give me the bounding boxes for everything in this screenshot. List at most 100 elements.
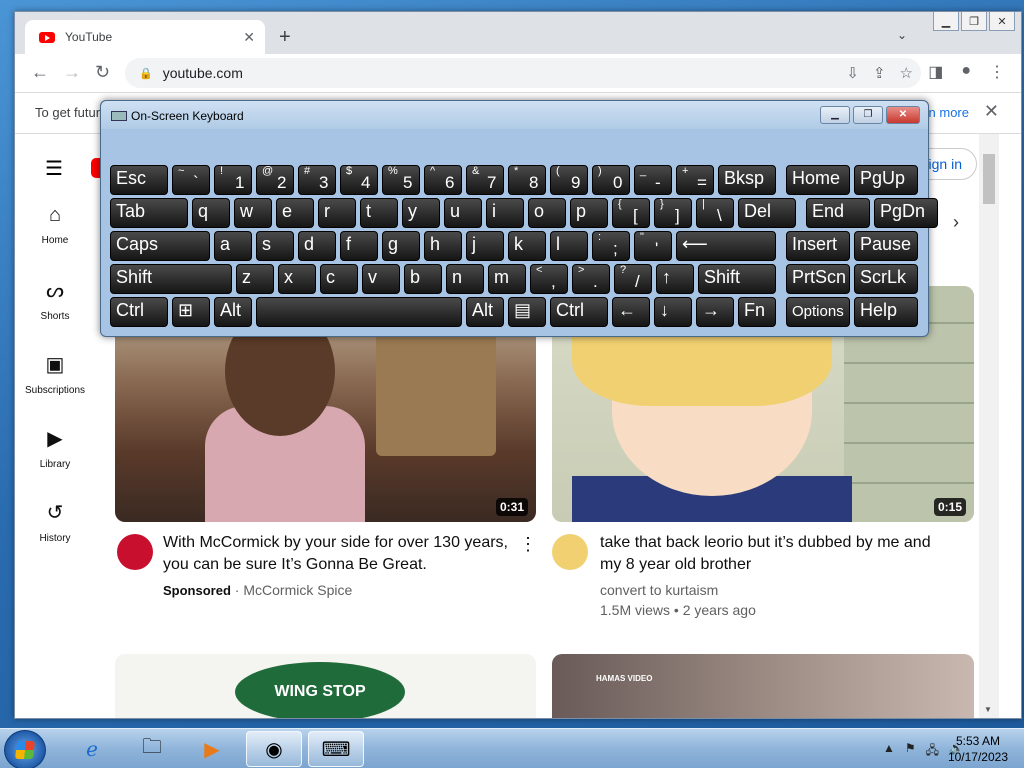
sidebar-item-subscriptions[interactable]: ▣ Subscriptions [15, 352, 95, 426]
scroll-down-arrow-icon[interactable]: ▼ [984, 705, 992, 714]
osk-key-sym2-10[interactable]: :; [592, 231, 630, 261]
osk-key-sym1-13[interactable]: | \ [696, 198, 734, 228]
osk-key-help[interactable]: Help [854, 297, 918, 327]
osk-key-q[interactable]: q [192, 198, 230, 228]
osk-key-r[interactable]: r [318, 198, 356, 228]
osk-key-caps[interactable]: Caps [110, 231, 210, 261]
video-menu-icon[interactable]: ⋮ [519, 534, 537, 555]
osk-key-g[interactable]: g [382, 231, 420, 261]
osk-key-del[interactable]: Del [738, 198, 796, 228]
osk-key-s[interactable]: s [256, 231, 294, 261]
osk-key-sym4-7[interactable]: ← [612, 297, 650, 327]
clock[interactable]: 5:53 AM 10/17/2023 [948, 733, 1008, 765]
osk-minimize-button[interactable]: ▁ [820, 106, 850, 124]
file-explorer-icon[interactable]: 🗀 [124, 731, 180, 767]
close-infobar-icon[interactable]: ✕ [984, 101, 999, 122]
sidebar-item-history[interactable]: ↺ History [15, 500, 95, 574]
osk-key-sym0-2[interactable]: ! 1 [214, 165, 252, 195]
osk-title-bar[interactable]: On-Screen Keyboard ▁ ❐ ✕ [101, 101, 928, 129]
scrollbar-thumb[interactable] [983, 154, 995, 204]
new-tab-button[interactable]: + [279, 26, 291, 49]
sidebar-item-shorts[interactable]: ᔕ Shorts [15, 278, 95, 352]
osk-close-button[interactable]: ✕ [886, 106, 920, 124]
tab-search-chevron-icon[interactable]: ⌄ [897, 28, 907, 42]
osk-key-w[interactable]: w [234, 198, 272, 228]
sidebar-item-library[interactable]: ▶ Library [15, 426, 95, 500]
osk-key-sym0-8[interactable]: & 7 [466, 165, 504, 195]
osk-key-e[interactable]: e [276, 198, 314, 228]
osk-key-sym0-1[interactable]: ~ ` [172, 165, 210, 195]
minimize-button[interactable]: ▁ [933, 12, 959, 31]
osk-key-sym0-4[interactable]: #3 [298, 165, 336, 195]
osk-key-v[interactable]: v [362, 264, 400, 294]
osk-key-alt[interactable]: Alt [466, 297, 504, 327]
forward-icon[interactable]: → [63, 62, 81, 83]
osk-key-i[interactable]: i [486, 198, 524, 228]
osk-key-b[interactable]: b [404, 264, 442, 294]
back-icon[interactable]: ← [31, 62, 49, 83]
osk-key-esc[interactable]: Esc [110, 165, 168, 195]
osk-key-pgdn[interactable]: PgDn [874, 198, 938, 228]
osk-key-sym0-5[interactable]: $4 [340, 165, 378, 195]
osk-key-sym0-11[interactable]: ) 0 [592, 165, 630, 195]
osk-key-options[interactable]: Options [786, 297, 850, 327]
osk-key-end[interactable]: End [806, 198, 870, 228]
osk-key-shift[interactable]: Shift [698, 264, 776, 294]
bookmark-star-icon[interactable]: ☆ [900, 64, 913, 82]
osk-key-t[interactable]: t [360, 198, 398, 228]
network-icon[interactable]: 🖧 [926, 741, 939, 762]
close-window-button[interactable]: ✕ [989, 12, 1015, 31]
video-thumbnail-wingstop[interactable]: WING STOP [115, 654, 536, 718]
install-icon[interactable]: ⇩ [846, 64, 859, 82]
osk-key-ctrl[interactable]: Ctrl [110, 297, 168, 327]
osk-key-fn[interactable]: Fn [738, 297, 776, 327]
close-tab-icon[interactable]: ✕ [243, 29, 255, 46]
osk-key-sym1-12[interactable]: }] [654, 198, 692, 228]
show-hidden-icons-icon[interactable]: ▲ [883, 741, 895, 762]
channel-name[interactable]: convert to kurtaism [600, 580, 960, 600]
osk-key-sym3-10[interactable]: ? / [614, 264, 652, 294]
osk-key-u[interactable]: u [444, 198, 482, 228]
page-scrollbar[interactable]: ▼ [979, 134, 999, 718]
osk-key-scrlk[interactable]: ScrLk [854, 264, 918, 294]
channel-avatar[interactable] [117, 534, 153, 570]
osk-restore-button[interactable]: ❐ [853, 106, 883, 124]
osk-key-l[interactable]: l [550, 231, 588, 261]
internet-explorer-icon[interactable]: ℯ [64, 731, 120, 767]
restore-button[interactable]: ❐ [961, 12, 987, 31]
osk-key-j[interactable]: j [466, 231, 504, 261]
chevron-right-icon[interactable]: › [953, 212, 959, 233]
hamburger-menu-icon[interactable]: ☰ [45, 156, 63, 181]
profile-icon[interactable]: ● [961, 62, 971, 82]
osk-key-sym4-1[interactable]: ⊞ [172, 297, 210, 327]
osk-key-sym2-12[interactable]: ⟵ [676, 231, 776, 261]
osk-key-prtscn[interactable]: PrtScn [786, 264, 850, 294]
osk-key-home[interactable]: Home [786, 165, 850, 195]
share-icon[interactable]: ⇪ [873, 64, 886, 82]
menu-kebab-icon[interactable]: ⋮ [989, 62, 1005, 82]
video-thumbnail-hamas[interactable]: HAMAS VIDEO [552, 654, 974, 718]
osk-key-h[interactable]: h [424, 231, 462, 261]
osk-key-pause[interactable]: Pause [854, 231, 918, 261]
osk-key-sym4-5[interactable]: ▤ [508, 297, 546, 327]
osk-key-sym0-7[interactable]: ^ 6 [424, 165, 462, 195]
osk-key-sym0-12[interactable]: _ - [634, 165, 672, 195]
osk-key-p[interactable]: p [570, 198, 608, 228]
channel-avatar[interactable] [552, 534, 588, 570]
channel-name[interactable]: McCormick Spice [243, 582, 352, 598]
osk-key-sym3-9[interactable]: >. [572, 264, 610, 294]
start-button[interactable] [4, 730, 46, 768]
osk-key-d[interactable]: d [298, 231, 336, 261]
tab-youtube[interactable]: YouTube ✕ [25, 20, 265, 54]
osk-key-y[interactable]: y [402, 198, 440, 228]
osk-key-sym2-11[interactable]: " ' [634, 231, 672, 261]
osk-key-f[interactable]: f [340, 231, 378, 261]
osk-key-tab[interactable]: Tab [110, 198, 188, 228]
osk-taskbar-icon[interactable]: ⌨ [308, 731, 364, 767]
osk-key-bksp[interactable]: Bksp [718, 165, 776, 195]
osk-key-pgup[interactable]: PgUp [854, 165, 918, 195]
osk-key-space[interactable] [256, 297, 462, 327]
chrome-taskbar-icon[interactable]: ◉ [246, 731, 302, 767]
osk-key-x[interactable]: x [278, 264, 316, 294]
osk-key-sym4-9[interactable]: → [696, 297, 734, 327]
